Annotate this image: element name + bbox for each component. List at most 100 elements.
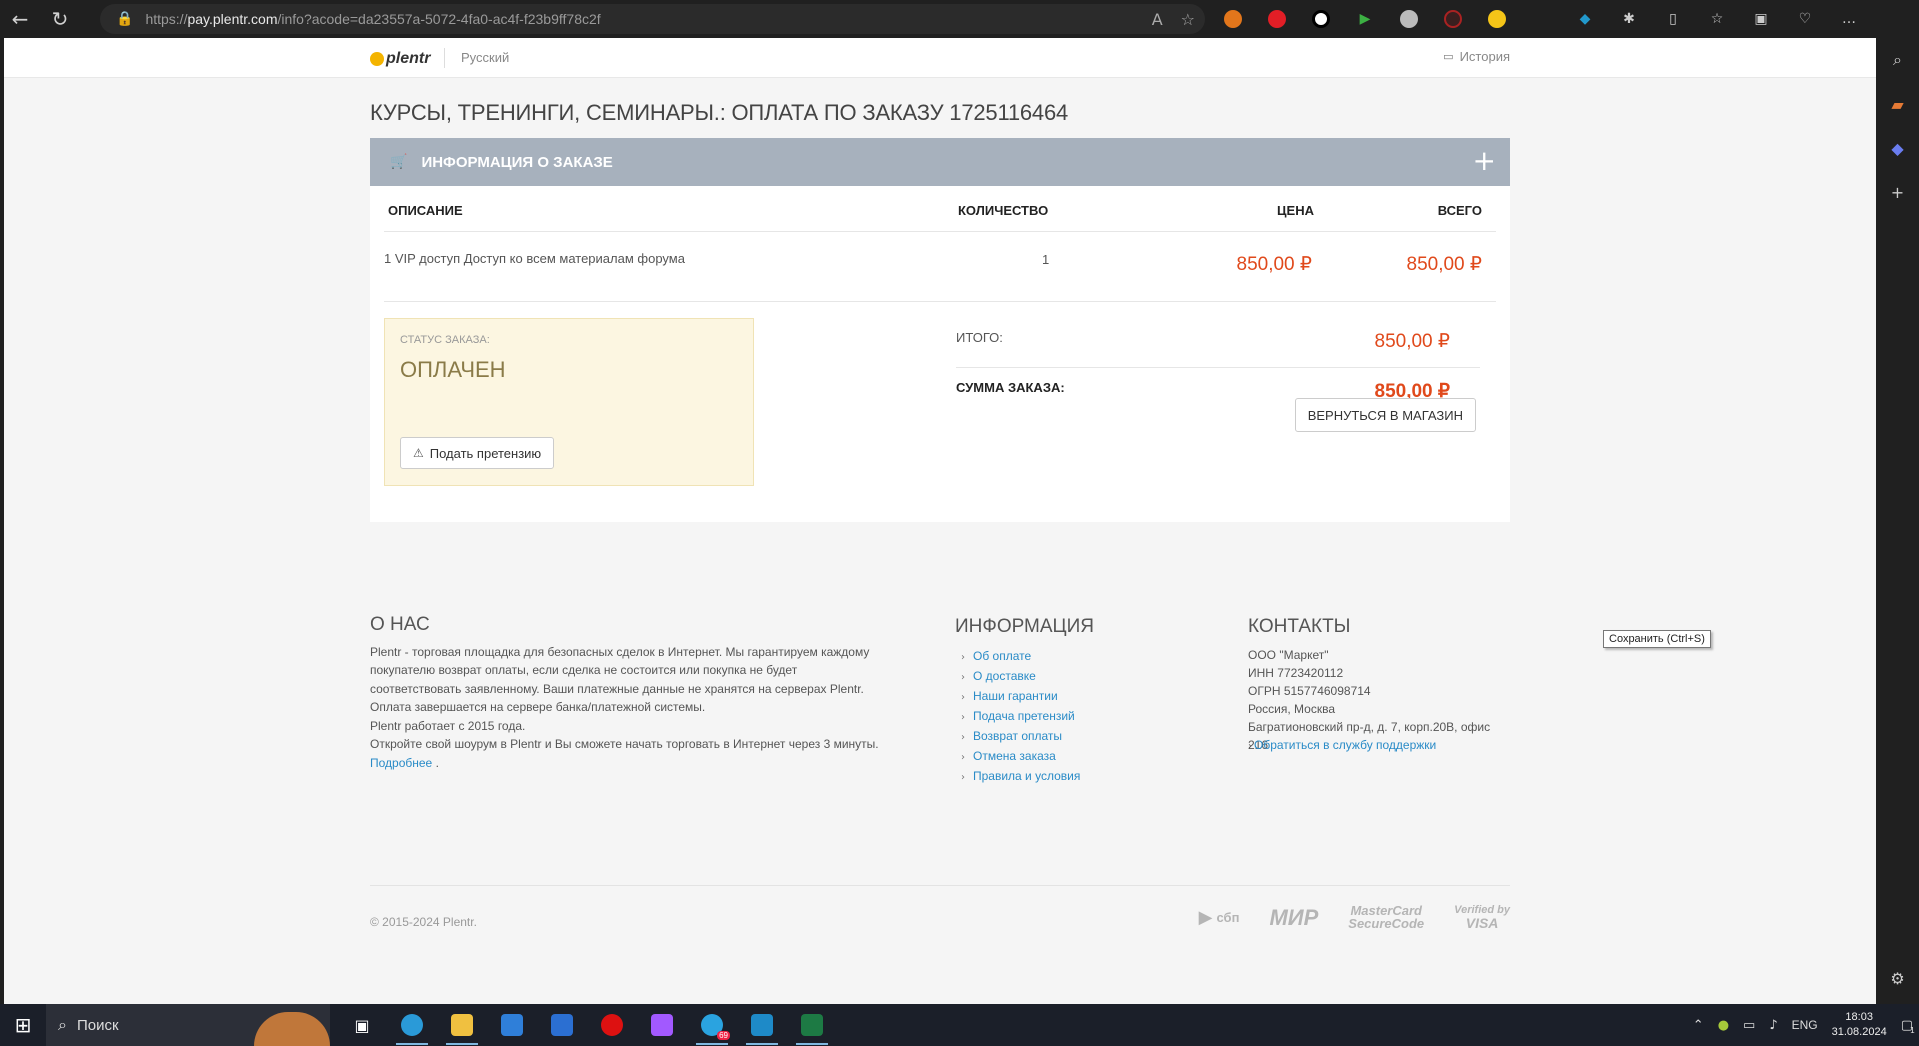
favorites-icon[interactable]: ☆ [1702, 4, 1732, 34]
company-address: Багратионовский пр-д, д. 7, корп.20В, оф… [1248, 720, 1491, 752]
telegram-icon[interactable]: 69 [690, 1004, 734, 1046]
extension-play-icon[interactable]: ▶ [1350, 4, 1380, 34]
browser-toolbar: ← ↻ 🔒 https://pay.plentr.com/info?acode=… [0, 0, 1919, 38]
info-link-cancel[interactable]: › Отмена заказа [955, 746, 1094, 766]
return-to-shop-button[interactable]: ВЕРНУТЬСЯ В МАГАЗИН [1294, 398, 1476, 432]
footer-divider [370, 885, 1510, 886]
warning-icon: ⚠ [413, 446, 424, 460]
extension-wing-icon[interactable] [1526, 4, 1556, 34]
column-quantity: КОЛИЧЕСТВО [958, 203, 1049, 218]
extensions-puzzle-icon[interactable]: ✱ [1614, 4, 1644, 34]
chevron-right-icon: › [1248, 741, 1252, 752]
more-menu-icon[interactable]: … [1834, 4, 1864, 34]
sidebar-copilot-icon[interactable]: ◆ [1886, 136, 1910, 160]
windows-taskbar: ⊞ ⌕ Поиск ▣ 69 ⌃ ● ▭ ♪ ENG 18:03 31.08.2… [0, 1004, 1919, 1046]
notifications-icon[interactable]: ▢ 1 [1901, 1018, 1915, 1035]
network-icon[interactable]: ▭ [1743, 1018, 1755, 1033]
inbox-icon: ▭ [1443, 50, 1454, 63]
figma-icon[interactable] [640, 1004, 684, 1046]
info-link-guarantees[interactable]: › Наши гарантии [955, 686, 1094, 706]
file-claim-button[interactable]: ⚠ Подать претензию [400, 437, 555, 469]
microsoft-store-icon[interactable] [490, 1004, 534, 1046]
about-more-link[interactable]: Подробнее [370, 756, 432, 770]
copyright-row: © 2015-2024 Plentr. ▶ сбп МИР MasterCard S… [370, 904, 1510, 930]
favorite-star-icon[interactable]: ☆ [1181, 10, 1195, 29]
reload-icon[interactable]: ↻ [40, 0, 80, 38]
windows-start-icon[interactable]: ⊞ [0, 1004, 46, 1046]
info-link-terms[interactable]: › Правила и условия [955, 766, 1094, 786]
expand-plus-icon[interactable]: + [1473, 146, 1496, 176]
clock[interactable]: 18:03 31.08.2024 [1832, 1010, 1887, 1040]
chevron-right-icon: › [961, 692, 965, 703]
edge-taskbar-icon[interactable] [390, 1004, 434, 1046]
about-since: Plentr работает с 2015 года. [370, 718, 526, 733]
info-link-claims[interactable]: › Подача претензий [955, 706, 1094, 726]
adblock-extension-icon[interactable] [1262, 4, 1292, 34]
sidebar-add-icon[interactable]: + [1886, 180, 1910, 204]
tray-app-icon[interactable]: ● [1718, 1018, 1729, 1033]
order-table: ОПИСАНИЕ КОЛИЧЕСТВО ЦЕНА ВСЕГО 1 VIP дос… [384, 186, 1496, 302]
back-icon[interactable]: ← [0, 0, 40, 38]
kaspersky-icon[interactable] [740, 1004, 784, 1046]
subtotal-label: ИТОГО: [956, 330, 1003, 345]
file-explorer-icon[interactable] [440, 1004, 484, 1046]
site-header: plentr Русский ▭ История [4, 38, 1876, 78]
mail-icon[interactable] [540, 1004, 584, 1046]
collections-icon[interactable]: ▣ [1746, 4, 1776, 34]
extension-globe-icon[interactable] [1394, 4, 1424, 34]
task-view-icon[interactable]: ▣ [340, 1004, 384, 1046]
taskbar-search[interactable]: ⌕ Поиск [46, 1004, 330, 1046]
browser-essentials-icon[interactable]: ♡ [1790, 4, 1820, 34]
mir-logo: МИР [1269, 904, 1319, 930]
search-icon: ⌕ [58, 1015, 67, 1034]
extensions-bar: ▶ ◆ ✱ ▯ ☆ ▣ ♡ … [1218, 0, 1864, 38]
tray-expand-icon[interactable]: ⌃ [1693, 1018, 1704, 1033]
verified-by-visa-logo: Verified by VISA [1454, 904, 1510, 931]
url-text[interactable]: https://pay.plentr.com/info?acode=da2355… [145, 11, 600, 27]
extension-yellow-icon[interactable] [1482, 4, 1512, 34]
sidebar-tools-icon[interactable]: ▰ [1886, 92, 1910, 116]
telegram-badge: 69 [717, 1031, 730, 1040]
language-selector[interactable]: Русский [444, 48, 509, 68]
extension-eye-icon[interactable] [1438, 4, 1468, 34]
info-link-delivery[interactable]: › О доставке [955, 666, 1094, 686]
system-tray: ⌃ ● ▭ ♪ ENG 18:03 31.08.2024 ▢ 1 [1693, 1004, 1919, 1046]
sidebar-settings-icon[interactable]: ⚙ [1886, 966, 1910, 990]
plentr-logo[interactable]: plentr [370, 50, 430, 68]
history-link[interactable]: ▭ История [1443, 49, 1510, 64]
about-showroom: Откройте свой шоурум в Plentr и Вы сможе… [370, 737, 879, 751]
logo-text: plentr [386, 50, 431, 67]
split-screen-icon[interactable]: ▯ [1658, 4, 1688, 34]
input-language[interactable]: ENG [1792, 1018, 1818, 1032]
excel-icon[interactable] [790, 1004, 834, 1046]
history-label: История [1459, 49, 1510, 64]
sidebar-search-icon[interactable]: ⌕ [1886, 48, 1910, 72]
info-link-refund[interactable]: › Возврат оплаты [955, 726, 1094, 746]
company-name: ООО "Маркет" [1248, 648, 1329, 662]
address-bar[interactable]: 🔒 https://pay.plentr.com/info?acode=da23… [100, 4, 1205, 34]
metamask-extension-icon[interactable] [1218, 4, 1248, 34]
item-price: 850,00 ₽ [1236, 254, 1312, 275]
opera-icon[interactable] [590, 1004, 634, 1046]
company-ogrn: ОГРН 5157746098714 [1248, 684, 1371, 698]
order-sum-label: СУММА ЗАКАЗА: [956, 380, 1065, 395]
table-row: 1 VIP доступ Доступ ко всем материалам ф… [384, 232, 1496, 302]
order-info-title: ИНФОРМАЦИЯ О ЗАКАЗЕ [421, 153, 613, 171]
order-info-header[interactable]: 🛒 ИНФОРМАЦИЯ О ЗАКАЗЕ + [370, 138, 1510, 186]
table-header-row: ОПИСАНИЕ КОЛИЧЕСТВО ЦЕНА ВСЕГО [384, 186, 1496, 232]
info-title: ИНФОРМАЦИЯ [955, 616, 1094, 637]
payment-logos: ▶ сбп МИР MasterCard SecureCode Verified b… [1199, 904, 1510, 930]
search-highlight-image [254, 1012, 330, 1046]
plentr-logo-icon [370, 52, 384, 66]
info-link-payment[interactable]: › Об оплате [955, 646, 1094, 666]
taskbar-search-label: Поиск [76, 1016, 119, 1034]
lock-icon: 🔒 [116, 11, 134, 27]
file-claim-label: Подать претензию [429, 445, 542, 461]
order-status-box: СТАТУС ЗАКАЗА: ОПЛАЧЕН ⚠ Подать претензи… [384, 318, 754, 486]
extension-f-icon[interactable] [1306, 4, 1336, 34]
support-link[interactable]: › Обратиться в службу поддержки [1248, 736, 1510, 754]
extension-diamond-icon[interactable]: ◆ [1570, 4, 1600, 34]
item-description: 1 VIP доступ Доступ ко всем материалам ф… [384, 251, 685, 266]
read-aloud-icon[interactable]: A [1152, 10, 1163, 29]
volume-icon[interactable]: ♪ [1769, 1018, 1777, 1033]
